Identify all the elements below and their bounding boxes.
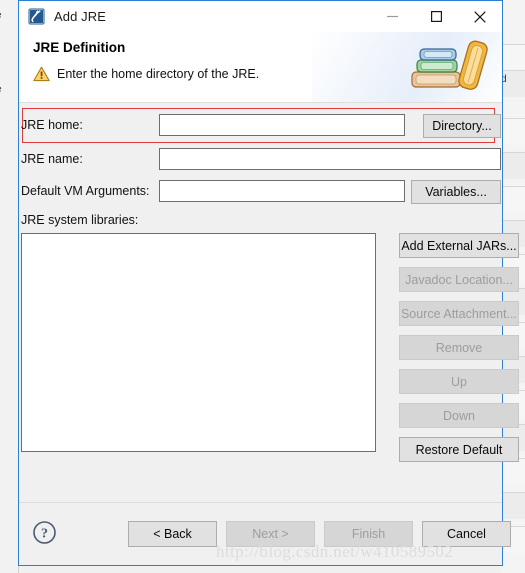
remove-button[interactable]: Remove — [399, 335, 519, 360]
background-row — [501, 186, 525, 213]
dialog-titlebar: Add JRE — [19, 1, 502, 32]
maximize-button[interactable] — [414, 1, 458, 32]
background-text-fragment: e — [0, 10, 2, 21]
minimize-icon — [386, 15, 398, 18]
jre-home-label: JRE home: — [21, 118, 83, 132]
minimize-button[interactable] — [370, 1, 414, 32]
jre-name-label: JRE name: — [21, 152, 83, 166]
dialog-body: JRE home: Directory... JRE name: Default… — [19, 103, 519, 502]
background-row — [501, 492, 525, 519]
maximize-icon — [430, 11, 442, 22]
form-row-default-vm-arguments: Default VM Arguments: Variables... — [19, 180, 502, 204]
down-button[interactable]: Down — [399, 403, 519, 428]
add-jre-dialog: Add JRE JRE Definition Enter the home di… — [18, 0, 519, 566]
background-row — [501, 118, 525, 145]
jre-system-libraries-list[interactable] — [21, 233, 376, 452]
svg-text:?: ? — [41, 527, 48, 542]
page-title: JRE Definition — [33, 40, 126, 55]
header-message: Enter the home directory of the JRE. — [57, 67, 260, 81]
jre-name-input[interactable] — [159, 148, 501, 170]
header-message-row: Enter the home directory of the JRE. — [33, 66, 259, 82]
default-vm-arguments-label: Default VM Arguments: — [21, 184, 150, 198]
variables-button[interactable]: Variables... — [411, 180, 501, 204]
dialog-header: JRE Definition Enter the home directory … — [19, 32, 502, 103]
default-vm-arguments-input[interactable] — [159, 180, 405, 202]
form-row-jre-home: JRE home: Directory... — [19, 114, 502, 138]
source-attachment-button[interactable]: Source Attachment... — [399, 301, 519, 326]
background-row — [501, 458, 525, 485]
next-button[interactable]: Next > — [226, 521, 315, 547]
back-button[interactable]: < Back — [128, 521, 217, 547]
jre-app-icon — [28, 8, 45, 25]
close-icon — [474, 10, 486, 23]
jre-system-libraries-label: JRE system libraries: — [21, 213, 139, 227]
up-button[interactable]: Up — [399, 369, 519, 394]
warning-triangle-icon — [33, 66, 50, 82]
window-controls — [370, 1, 502, 32]
dialog-footer: ? < Back Next > Finish Cancel http://blo… — [19, 502, 511, 565]
close-button[interactable] — [458, 1, 502, 32]
form-row-jre-name: JRE name: — [19, 148, 502, 170]
screen: e t e d — [0, 0, 525, 573]
javadoc-location-button[interactable]: Javadoc Location... — [399, 267, 519, 292]
jre-home-input[interactable] — [159, 114, 405, 136]
directory-button[interactable]: Directory... — [423, 114, 501, 138]
background-row — [501, 152, 525, 179]
help-question-icon[interactable]: ? — [32, 520, 57, 545]
background-text-fragment: e — [0, 84, 2, 95]
background-row — [501, 44, 525, 71]
restore-default-button[interactable]: Restore Default — [399, 437, 519, 462]
cancel-button[interactable]: Cancel — [422, 521, 511, 547]
add-external-jars-button[interactable]: Add External JARs... — [399, 233, 519, 258]
dialog-title: Add JRE — [54, 9, 107, 24]
stack-of-books-image — [411, 40, 488, 90]
finish-button[interactable]: Finish — [324, 521, 413, 547]
background-window-left-edge: e t e — [0, 0, 19, 573]
